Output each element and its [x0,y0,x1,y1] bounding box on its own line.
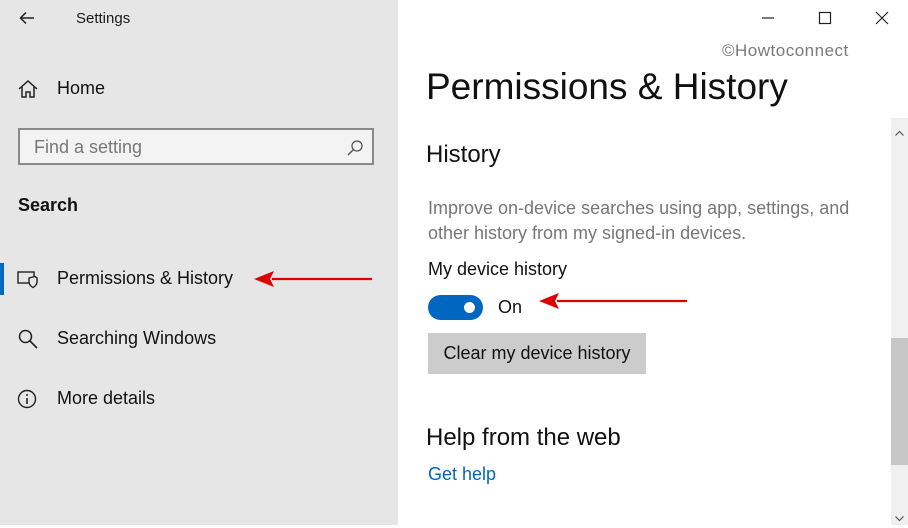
info-icon [16,387,40,411]
sidebar-item-label: Home [57,78,106,98]
device-history-toggle[interactable] [428,295,483,320]
toggle-knob [464,302,475,313]
sidebar: Settings Home Find a setting Search Perm… [0,0,398,525]
sidebar-item-label: Searching Windows [57,328,217,348]
clear-device-history-button[interactable]: Clear my device history [428,333,646,374]
help-heading: Help from the web [426,424,621,451]
home-icon [16,77,40,101]
active-indicator [0,263,4,295]
scroll-down-icon[interactable] [895,510,904,522]
sidebar-section-title: Search [18,195,79,215]
sidebar-item-home[interactable]: Home [0,67,398,111]
close-button[interactable] [862,4,902,32]
search-placeholder: Find a setting [34,137,143,157]
scrollbar-thumb[interactable] [891,338,908,465]
history-heading: History [426,141,501,168]
page-title: Permissions & History [426,66,788,107]
search-icon[interactable] [346,139,364,157]
watermark: ©Howtoconnect [722,41,849,60]
close-icon [875,11,889,25]
maximize-button[interactable] [805,4,845,32]
back-arrow-icon [19,11,34,25]
sidebar-item-label: More details [57,388,156,408]
maximize-icon [818,11,832,25]
search-input[interactable]: Find a setting [18,128,374,165]
shield-monitor-icon [16,267,40,291]
sidebar-item-more-details[interactable]: More details [0,377,398,421]
scrollbar[interactable] [891,118,908,525]
scroll-up-icon[interactable] [895,125,904,136]
annotation-arrow-sidebar [254,271,372,287]
device-history-label: My device history [428,259,568,279]
search-icon [16,327,40,351]
back-button[interactable] [14,4,42,32]
history-description: Improve on-device searches using app, se… [428,198,850,243]
sidebar-item-label: Permissions & History [57,268,234,288]
get-help-link[interactable]: Get help [428,464,496,485]
minimize-icon [762,17,774,19]
toggle-state-label: On [498,297,523,317]
minimize-button[interactable] [748,4,788,32]
sidebar-item-searching-windows[interactable]: Searching Windows [0,317,398,361]
window-title: Settings [76,10,131,27]
annotation-arrow-toggle [539,293,687,309]
